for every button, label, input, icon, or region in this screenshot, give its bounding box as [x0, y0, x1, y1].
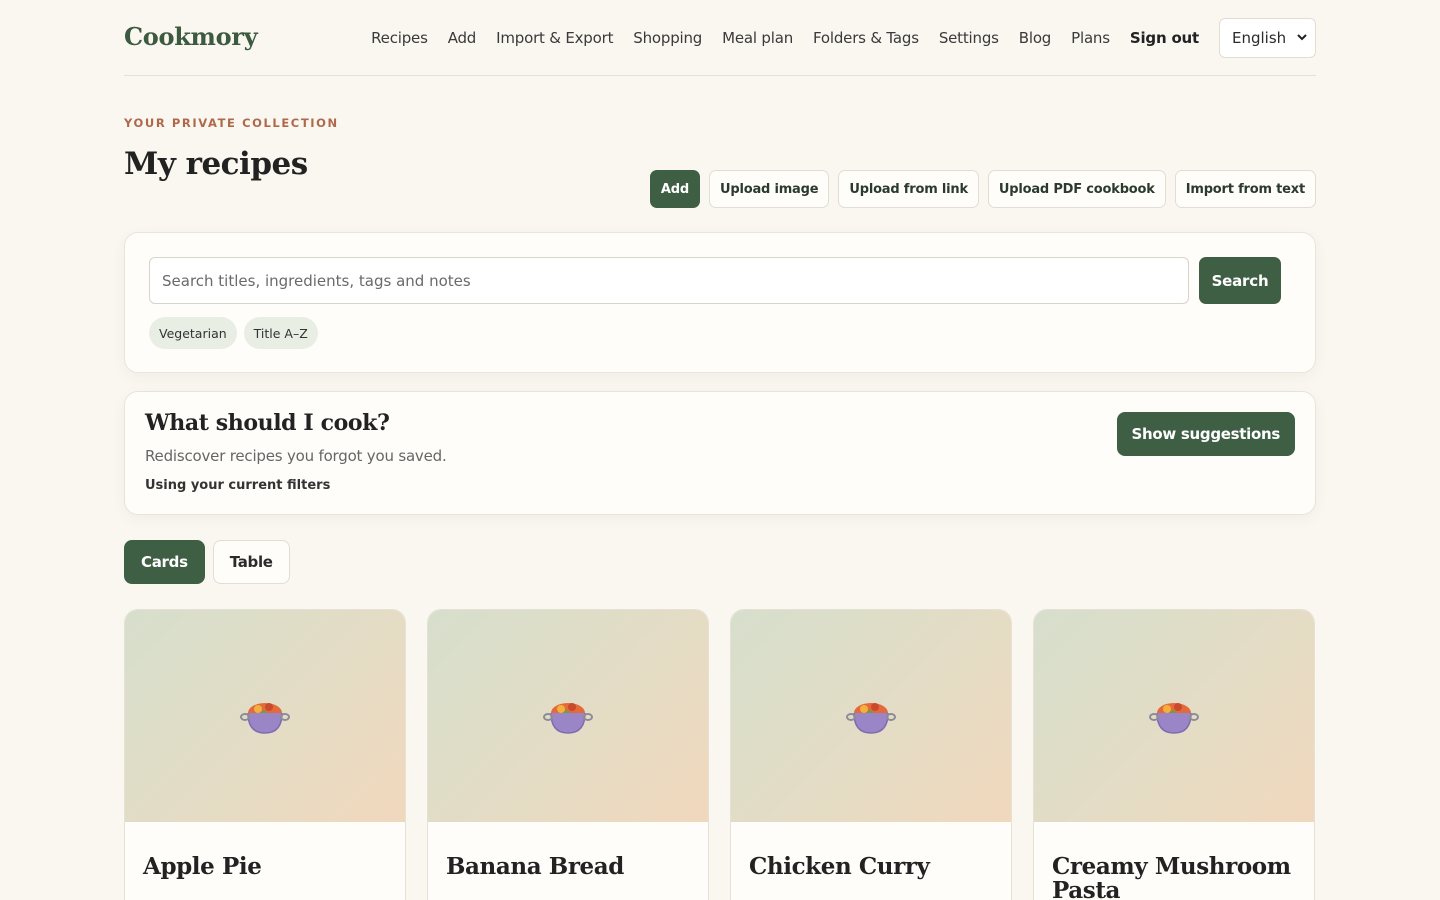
- cook-panel-subtitle: Rediscover recipes you forgot you saved.: [145, 447, 447, 465]
- upload-from-link-button[interactable]: Upload from link: [838, 170, 979, 208]
- upload-image-button[interactable]: Upload image: [709, 170, 830, 208]
- recipe-actions: Add Upload image Upload from link Upload…: [649, 170, 1316, 208]
- nav-add[interactable]: Add: [448, 29, 477, 47]
- recipe-card-image: [731, 610, 1011, 822]
- recipe-card-image: [125, 610, 405, 822]
- sign-out-link[interactable]: Sign out: [1130, 29, 1199, 47]
- add-recipe-button[interactable]: Add: [649, 170, 700, 208]
- cooking-pot-icon: [846, 693, 896, 739]
- page-title: My recipes: [124, 146, 308, 182]
- import-from-text-button[interactable]: Import from text: [1174, 170, 1316, 208]
- nav-import-export[interactable]: Import & Export: [496, 29, 613, 47]
- cook-panel-title: What should I cook?: [145, 410, 390, 436]
- view-table-button[interactable]: Table: [212, 540, 290, 584]
- nav-blog[interactable]: Blog: [1019, 29, 1052, 47]
- top-header: Cookmory Recipes Add Import & Export Sho…: [124, 0, 1316, 76]
- cooking-pot-icon: [240, 693, 290, 739]
- nav-folders-tags[interactable]: Folders & Tags: [813, 29, 919, 47]
- nav-shopping[interactable]: Shopping: [633, 29, 702, 47]
- view-cards-button[interactable]: Cards: [124, 540, 205, 584]
- upload-pdf-cookbook-button[interactable]: Upload PDF cookbook: [987, 170, 1166, 208]
- recipe-card-image: [1034, 610, 1314, 822]
- nav-plans[interactable]: Plans: [1071, 29, 1110, 47]
- cook-suggestions-panel: What should I cook? Rediscover recipes y…: [124, 391, 1316, 515]
- main-nav: Recipes Add Import & Export Shopping Mea…: [351, 18, 1316, 58]
- nav-recipes[interactable]: Recipes: [371, 29, 428, 47]
- recipe-card[interactable]: Creamy Mushroom Pasta: [1033, 609, 1315, 900]
- search-panel: Search Vegetarian Title A–Z: [124, 232, 1316, 373]
- recipe-card-grid: Apple Pie Banana Bread Chicken Curry Cre…: [124, 609, 1315, 900]
- show-suggestions-button[interactable]: Show suggestions: [1116, 412, 1295, 456]
- brand-logo[interactable]: Cookmory: [124, 22, 258, 51]
- recipe-card-image: [428, 610, 708, 822]
- view-toggle: Cards Table: [124, 540, 290, 584]
- sort-chip-title[interactable]: Title A–Z: [243, 317, 318, 349]
- nav-settings[interactable]: Settings: [939, 29, 999, 47]
- language-select-value: English: [1232, 29, 1287, 47]
- recipe-card-title: Banana Bread: [446, 853, 624, 880]
- recipe-card-title: Creamy Mushroom Pasta: [1052, 853, 1291, 900]
- filter-chips: Vegetarian Title A–Z: [149, 317, 318, 349]
- page-eyebrow: YOUR PRIVATE COLLECTION: [124, 116, 339, 130]
- cooking-pot-icon: [543, 693, 593, 739]
- recipe-card-title: Apple Pie: [143, 853, 262, 880]
- cook-panel-filter-note: Using your current filters: [145, 478, 331, 493]
- recipe-card[interactable]: Chicken Curry: [730, 609, 1012, 900]
- nav-meal-plan[interactable]: Meal plan: [722, 29, 793, 47]
- cooking-pot-icon: [1149, 693, 1199, 739]
- recipe-card-title: Chicken Curry: [749, 853, 930, 880]
- filter-chip-vegetarian[interactable]: Vegetarian: [149, 317, 237, 349]
- search-input[interactable]: [149, 257, 1189, 304]
- recipe-card[interactable]: Apple Pie: [124, 609, 406, 900]
- search-button[interactable]: Search: [1199, 257, 1281, 304]
- recipe-card[interactable]: Banana Bread: [427, 609, 709, 900]
- chevron-down-icon: [1297, 33, 1307, 44]
- language-select[interactable]: English: [1219, 18, 1316, 58]
